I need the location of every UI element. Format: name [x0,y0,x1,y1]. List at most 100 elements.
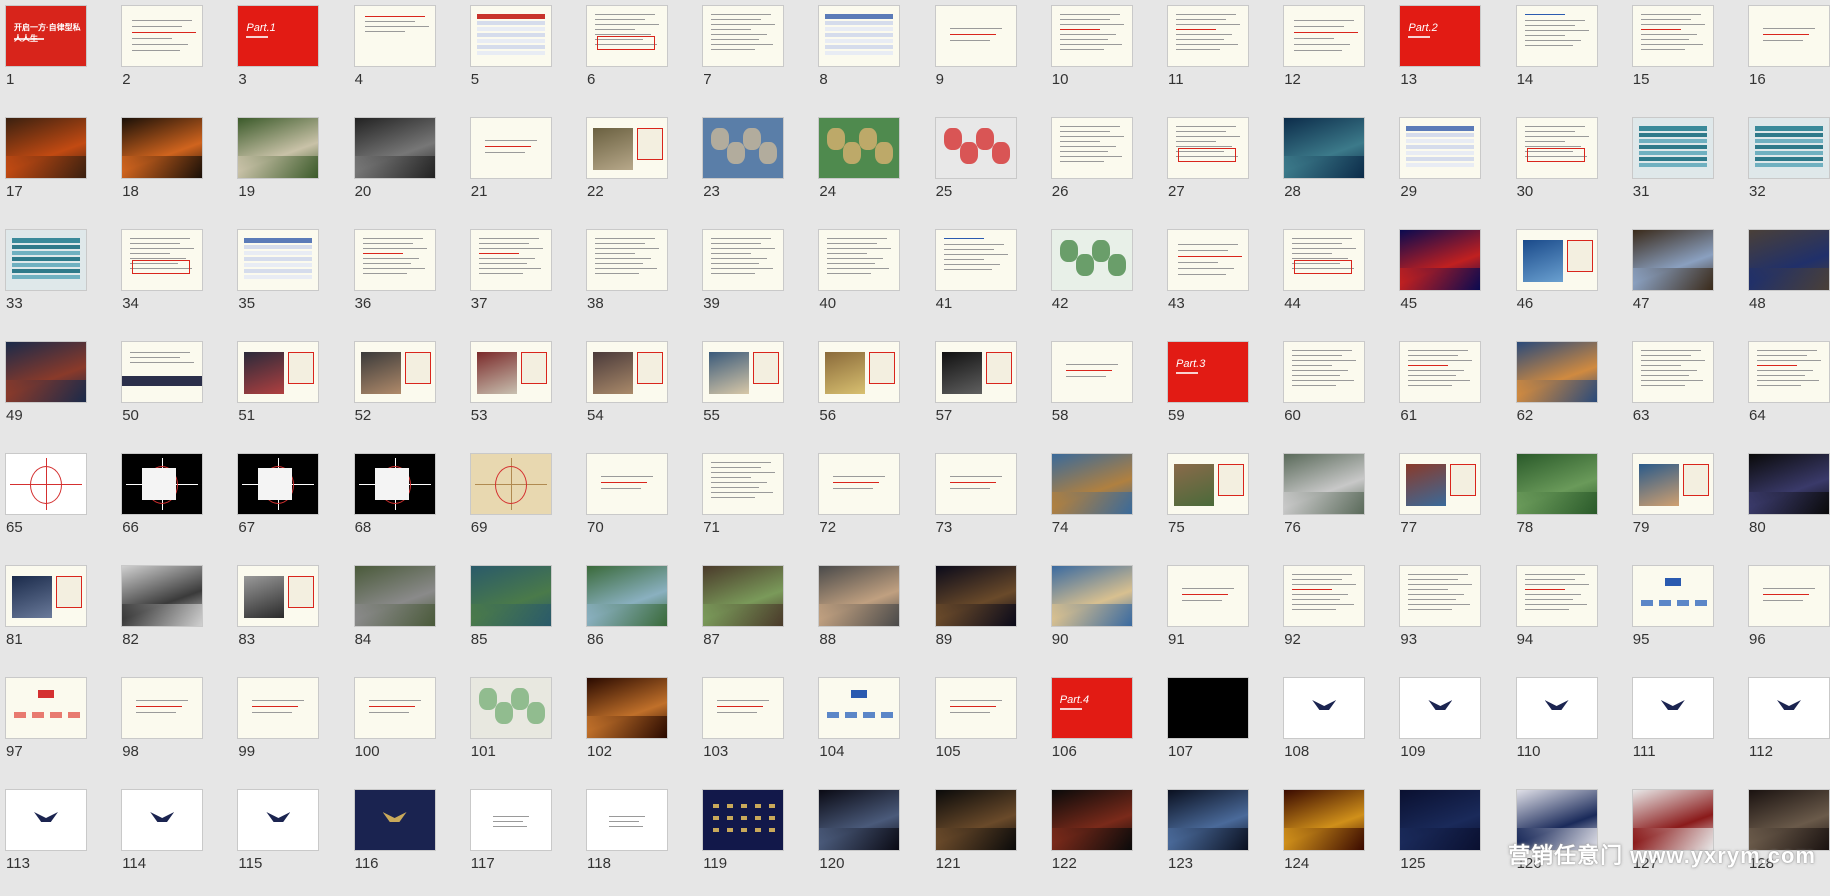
slide-thumbnail[interactable]: 37 [465,224,561,336]
slide-thumbnail[interactable]: 41 [930,224,1026,336]
slide-preview[interactable] [6,230,86,290]
slide-thumbnail[interactable]: 102 [581,672,677,784]
slide-thumbnail[interactable]: 83 [232,560,328,672]
slide-preview[interactable] [6,790,86,850]
slide-thumbnail[interactable]: 14 [1511,0,1607,112]
slide-thumbnail[interactable]: Part.2 13 [1394,0,1490,112]
slide-thumbnail[interactable]: 47 [1627,224,1723,336]
slide-thumbnail[interactable]: 111 [1627,672,1723,784]
slide-thumbnail[interactable]: 90 [1046,560,1142,672]
slide-preview[interactable] [587,566,667,626]
slide-thumbnail[interactable]: 52 [349,336,445,448]
slide-preview[interactable] [1400,566,1481,626]
slide-preview[interactable] [935,342,1016,402]
slide-preview[interactable] [935,790,1016,850]
slide-preview[interactable] [1284,6,1365,66]
slide-preview[interactable] [819,454,900,514]
slide-preview[interactable] [703,6,784,66]
slide-thumbnail[interactable]: 58 [1046,336,1142,448]
slide-thumbnail[interactable]: 5 [465,0,561,112]
slide-preview[interactable] [238,678,319,738]
slide-preview[interactable] [819,678,900,738]
slide-thumbnail[interactable]: 82 [116,560,212,672]
slide-thumbnail[interactable]: 76 [1278,448,1374,560]
slide-thumbnail[interactable]: 115 [232,784,328,896]
slide-thumbnail[interactable]: 39 [697,224,793,336]
slide-preview[interactable] [1051,342,1132,402]
slide-preview[interactable] [238,118,319,178]
slide-preview[interactable] [1168,566,1248,626]
slide-thumbnail[interactable]: 63 [1627,336,1723,448]
slide-thumbnail[interactable]: 60 [1278,336,1374,448]
slide-preview[interactable] [238,566,319,626]
slide-thumbnail[interactable]: 43 [1162,224,1258,336]
slide-thumbnail[interactable]: 17 [0,112,96,224]
slide-thumbnail[interactable]: 34 [116,224,212,336]
slide-preview[interactable] [122,678,203,738]
slide-preview[interactable] [935,454,1016,514]
slide-thumbnail[interactable]: 7 [697,0,793,112]
slide-thumbnail[interactable]: 46 [1511,224,1607,336]
slide-thumbnail[interactable]: 117 [465,784,561,896]
slide-preview[interactable] [587,790,667,850]
slide-thumbnail[interactable]: 78 [1511,448,1607,560]
slide-thumbnail[interactable]: 20 [349,112,445,224]
slide-thumbnail[interactable]: 124 [1278,784,1374,896]
slide-thumbnail[interactable]: 100 [349,672,445,784]
slide-preview[interactable] [354,230,435,290]
slide-preview[interactable] [1284,678,1365,738]
slide-thumbnail[interactable]: 27 [1162,112,1258,224]
slide-thumbnail[interactable]: 2 [116,0,212,112]
slide-thumbnail[interactable]: 33 [0,224,96,336]
slide-preview[interactable] [819,6,900,66]
slide-thumbnail[interactable]: 53 [465,336,561,448]
slide-preview[interactable] [587,342,667,402]
slide-preview[interactable] [1749,566,1829,626]
slide-preview[interactable] [703,118,784,178]
slide-preview[interactable] [1749,230,1829,290]
slide-thumbnail[interactable]: 57 [930,336,1026,448]
slide-preview[interactable] [238,230,319,290]
slide-preview[interactable] [354,790,435,850]
slide-thumbnail[interactable]: 107 [1162,672,1258,784]
slide-thumbnail[interactable]: 79 [1627,448,1723,560]
slide-thumbnail[interactable]: 123 [1162,784,1258,896]
slide-thumbnail[interactable]: 99 [232,672,328,784]
slide-thumbnail[interactable]: 28 [1278,112,1374,224]
slide-thumbnail[interactable]: 84 [349,560,445,672]
slide-thumbnail[interactable]: 88 [813,560,909,672]
slide-thumbnail[interactable]: 121 [930,784,1026,896]
slide-preview[interactable] [1168,230,1248,290]
slide-thumbnail[interactable]: 112 [1743,672,1830,784]
slide-preview[interactable] [6,342,86,402]
slide-thumbnail[interactable]: 30 [1511,112,1607,224]
slide-preview[interactable] [1051,118,1132,178]
slide-preview[interactable] [354,566,435,626]
slide-thumbnail[interactable]: 77 [1394,448,1490,560]
slide-thumbnail[interactable]: 8 [813,0,909,112]
slide-thumbnail[interactable]: 85 [465,560,561,672]
slide-thumbnail[interactable]: 32 [1743,112,1830,224]
slide-preview[interactable] [122,454,203,514]
slide-thumbnail[interactable]: 87 [697,560,793,672]
slide-preview[interactable] [1632,6,1713,66]
slide-thumbnail[interactable]: 23 [697,112,793,224]
slide-preview[interactable] [1284,230,1365,290]
slide-preview[interactable] [587,454,667,514]
slide-preview[interactable]: Part.3 [1168,342,1248,402]
slide-preview[interactable] [1284,118,1365,178]
slide-thumbnail[interactable]: 24 [813,112,909,224]
slide-thumbnail[interactable]: Part.3 59 [1162,336,1258,448]
slide-preview[interactable] [703,790,784,850]
slide-thumbnail[interactable]: 105 [930,672,1026,784]
slide-thumbnail[interactable]: 45 [1394,224,1490,336]
slide-preview[interactable] [238,342,319,402]
slide-thumbnail[interactable]: 109 [1394,672,1490,784]
slide-thumbnail[interactable]: 116 [349,784,445,896]
slide-thumbnail[interactable]: 70 [581,448,677,560]
slide-thumbnail[interactable]: 122 [1046,784,1142,896]
slide-preview[interactable] [1516,454,1597,514]
slide-preview[interactable] [819,566,900,626]
slide-preview[interactable] [1516,230,1597,290]
slide-preview[interactable] [935,6,1016,66]
